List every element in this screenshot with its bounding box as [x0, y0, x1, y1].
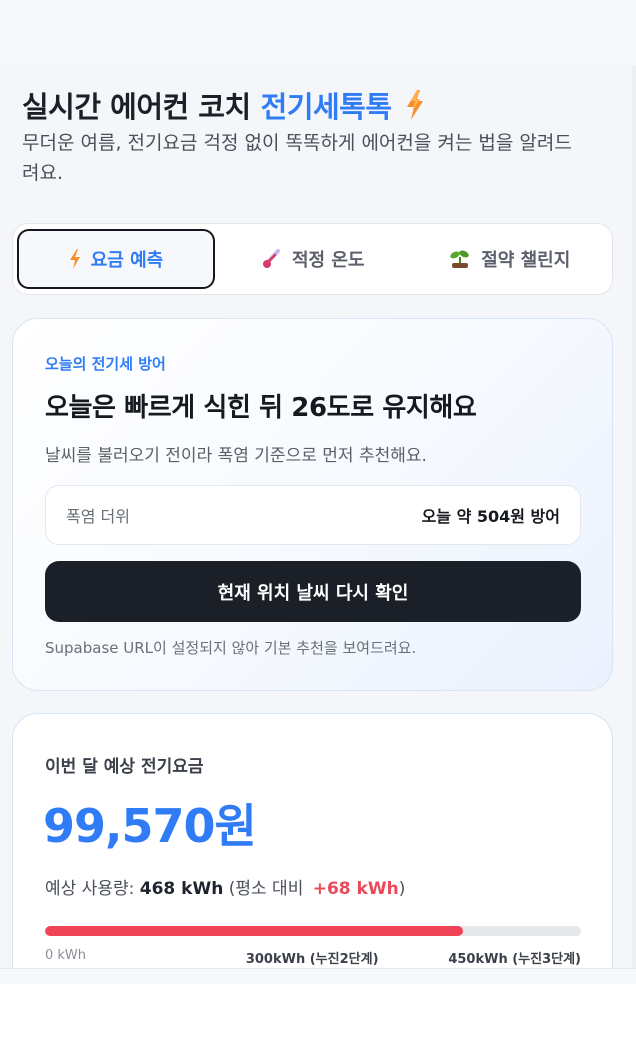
tab-saving-challenge[interactable]: 절약 챌린지: [412, 229, 609, 289]
tab-label: 적정 온도: [291, 250, 365, 271]
tick-zero: 0 kWh: [45, 948, 87, 963]
tab-bill-forecast[interactable]: 요금 예측: [17, 229, 215, 289]
usage-diff: +68 kWh: [312, 879, 399, 899]
tick-tier-2: 300kWh (누진2단계): [245, 952, 379, 967]
recommendation-description: 날씨를 불러오기 전이라 폭염 기준으로 먼저 추천해요.: [45, 446, 427, 466]
usage-progress-bar: [45, 926, 581, 936]
tab-proper-temperature[interactable]: 적정 온도: [215, 229, 412, 289]
page-subtitle: 무더운 여름, 전기요금 걱정 없이 똑똑하게 에어컨을 켜는 법을 알려드려요…: [22, 132, 572, 184]
tick-tier-3: 450kWh (누진3단계): [448, 952, 581, 967]
weather-saving-box: 폭염 더위 오늘 약 504원 방어: [45, 485, 581, 545]
monthly-bill-card: 이번 달 예상 전기요금 99,570원 예상 사용량: 468 kWh (평소…: [12, 713, 613, 968]
usage-suffix: ): [398, 879, 406, 899]
usage-mid: (평소 대비: [223, 879, 309, 899]
usage-prefix: 예상 사용량:: [45, 879, 140, 899]
bill-label: 이번 달 예상 전기요금: [45, 757, 204, 777]
tab-label: 요금 예측: [90, 250, 164, 271]
browser-top-area: [0, 0, 636, 66]
refresh-weather-button[interactable]: 현재 위치 날씨 다시 확인: [45, 561, 581, 622]
recommendation-headline: 오늘은 빠르게 식힌 뒤 26도로 유지해요: [45, 393, 477, 423]
bill-amount: 99,570원: [43, 799, 257, 853]
sprout-icon: [449, 249, 471, 269]
tab-bar: 요금 예측 적정 온도 절약 챌린지: [12, 223, 613, 295]
thermometer-icon: [262, 249, 282, 269]
card-eyebrow: 오늘의 전기세 방어: [45, 355, 166, 373]
electricity-defense-card: 오늘의 전기세 방어 오늘은 빠르게 식힌 뒤 26도로 유지해요 날씨를 불러…: [12, 318, 613, 691]
page-title: 실시간 에어컨 코치 전기세톡톡: [22, 84, 424, 126]
app-main: 실시간 에어컨 코치 전기세톡톡 무더운 여름, 전기요금 걱정 없이 똑똑하게…: [0, 66, 636, 968]
usage-progress-fill: [45, 926, 464, 936]
lightning-icon: [69, 249, 81, 269]
lightning-icon: [406, 90, 424, 120]
usage-value: 468 kWh: [139, 879, 224, 899]
config-note: Supabase URL이 설정되지 않아 기본 추천을 보여드려요.: [45, 639, 417, 657]
weather-label: 폭염 더위: [66, 507, 130, 526]
brand-name: 전기세톡톡: [260, 90, 392, 124]
progress-ticks: 0 kWh 300kWh (누진2단계) 450kWh (누진3단계): [45, 948, 581, 967]
title-text: 실시간 에어컨 코치: [22, 90, 251, 124]
usage-summary: 예상 사용량: 468 kWh (평소 대비 +68 kWh): [45, 874, 405, 899]
scrollbar[interactable]: [632, 66, 636, 968]
bottom-bar: [0, 968, 636, 984]
saving-amount: 오늘 약 504원 방어: [421, 507, 560, 526]
tab-label: 절약 챌린지: [481, 250, 571, 271]
